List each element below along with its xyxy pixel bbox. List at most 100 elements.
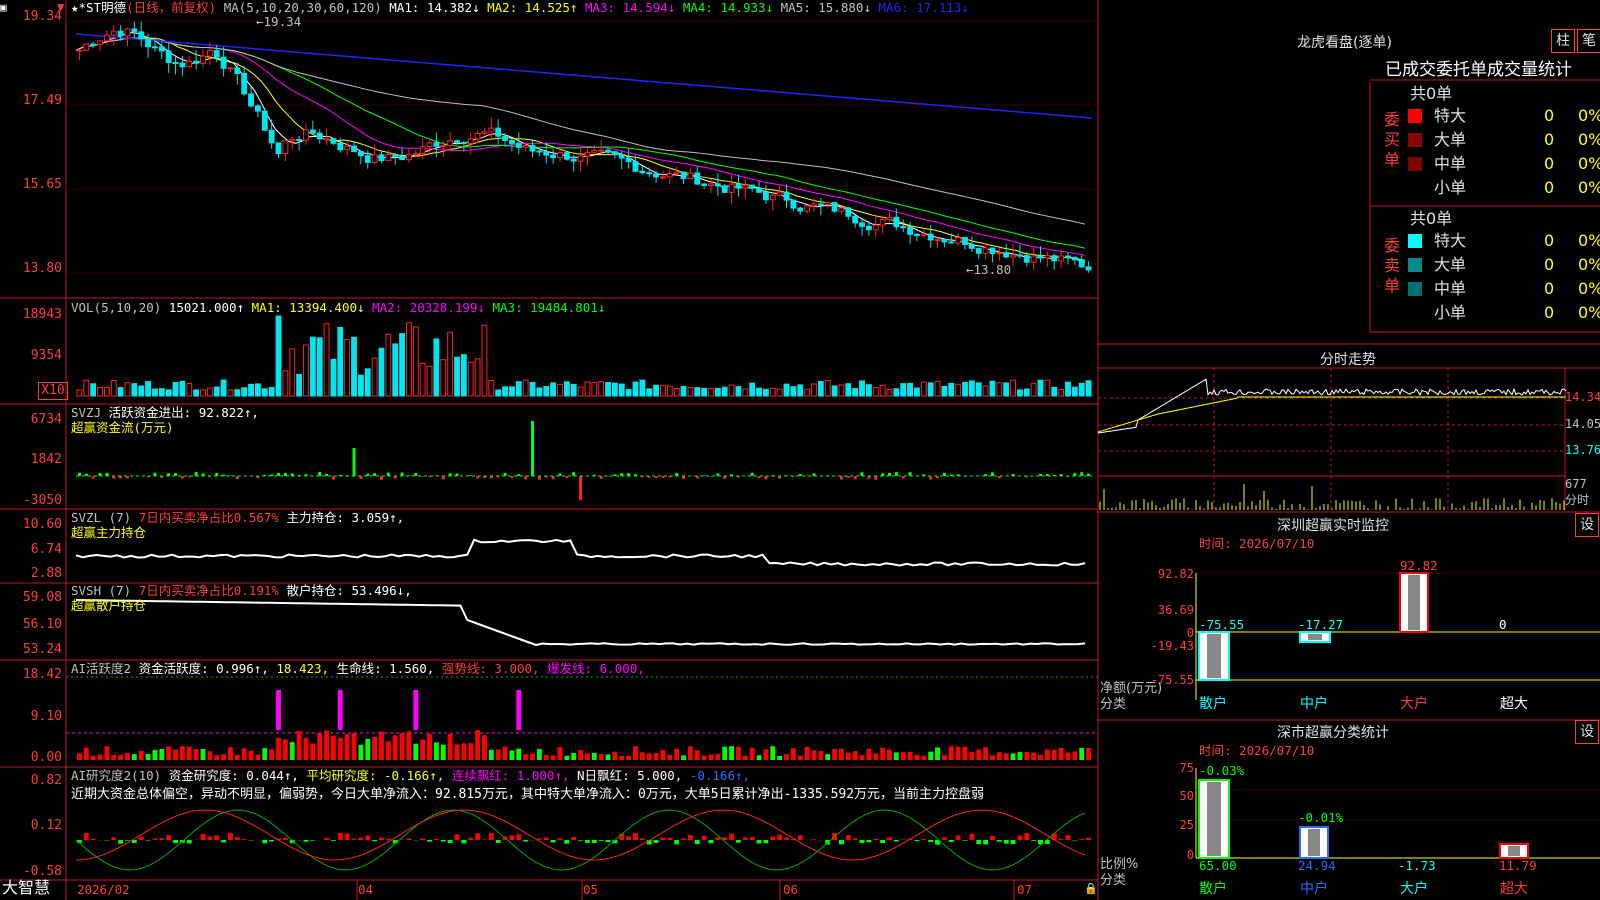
candle-body — [611, 151, 618, 156]
menu-arrow-icon[interactable]: ▼ — [57, 0, 64, 15]
activity-bar — [324, 730, 329, 760]
lock-icon[interactable]: 🔒 — [1084, 881, 1098, 896]
ma-header: MA(5,10,20,30,60,120) — [223, 0, 382, 15]
volume-bar — [124, 382, 131, 397]
x-axis-label: 06 — [783, 882, 799, 897]
sz-monitor-y-label: 92.82 — [1157, 567, 1194, 581]
research-bar — [488, 832, 494, 840]
candle-body — [1037, 255, 1044, 259]
svsh-hold: 散户持仓: 53.496↓, — [286, 583, 412, 598]
candle-body — [248, 93, 254, 107]
sz-monitor-settings-button[interactable]: 设 — [1575, 513, 1599, 537]
candle-body — [508, 139, 515, 144]
activity-bar — [475, 730, 481, 760]
fund-flow-bar — [846, 476, 850, 478]
activity-bar — [969, 751, 975, 760]
activity-bar — [1051, 749, 1057, 760]
volume-bar — [605, 382, 611, 397]
candle-body — [83, 43, 90, 51]
activity-bar — [893, 752, 899, 760]
volume-bar — [1010, 379, 1016, 397]
ai-research-title: AI研究度2(10) — [71, 768, 162, 783]
research-bar — [1024, 833, 1030, 840]
candle-body — [900, 226, 907, 229]
vol-unit-badge[interactable]: X10 — [38, 382, 68, 400]
research-bar — [447, 840, 453, 844]
app-logo: 大智慧 — [2, 878, 51, 897]
candle-body — [97, 40, 103, 45]
activity-bar — [811, 750, 817, 760]
buy-order-label: 委买单 — [1384, 110, 1401, 169]
research-bar — [125, 840, 130, 841]
research-bar — [749, 837, 755, 840]
candle-body — [234, 67, 241, 74]
bar-mode-button[interactable]: 柱 — [1551, 29, 1575, 53]
sell-row-s: 小单 0 0% — [1408, 301, 1600, 325]
vol-axis-label: 18943 — [22, 307, 62, 322]
activity-bar — [399, 733, 405, 760]
volume-bar — [817, 381, 824, 397]
candle-body — [179, 62, 186, 68]
activity-bar — [639, 752, 645, 760]
fund-flow-bar — [180, 476, 184, 479]
research-bar — [138, 836, 144, 840]
activity-bar — [152, 750, 158, 760]
fund-flow-bar — [441, 476, 445, 480]
svsh-header: SVSH (7) 7日内买卖净占比0.191% 散户持仓: 53.496↓, — [71, 583, 412, 598]
research-bar — [763, 840, 769, 844]
sz-monitor-cat: 超大 — [1500, 696, 1528, 712]
candle-body — [495, 127, 502, 137]
panel-toggle-icon[interactable]: ▣ — [0, 0, 7, 15]
svzj-axis-label: 6734 — [30, 412, 62, 427]
volume-bar — [714, 387, 721, 397]
volume-bar — [378, 347, 385, 397]
activity-bar — [104, 746, 110, 760]
candle-body — [1044, 255, 1051, 259]
sz-monitor-y-label: -19.43 — [1150, 639, 1194, 653]
volume-bar — [673, 388, 680, 397]
candle-body — [364, 155, 371, 163]
activity-bar — [619, 755, 625, 760]
volume-bar — [323, 323, 330, 397]
svsh-axis-label: 53.24 — [22, 642, 62, 657]
candle-body — [474, 132, 481, 140]
research-bar — [887, 837, 892, 840]
fund-flow-bar — [325, 473, 329, 476]
research-bar — [351, 838, 357, 840]
x-axis-label: 05 — [583, 882, 599, 897]
svsh-title: SVSH (7) — [71, 583, 132, 598]
activity-bar — [921, 755, 927, 760]
volume-bar — [811, 383, 817, 397]
activity-bar — [234, 754, 240, 760]
volume-bar — [598, 381, 605, 397]
volume-bar — [213, 386, 220, 397]
volume-bar — [357, 374, 364, 397]
volume-bar — [893, 388, 900, 397]
svsh-axis-label: 56.10 — [22, 617, 62, 632]
ma-line — [75, 37, 1086, 249]
activity-bar — [1003, 753, 1009, 760]
tick-mode-button[interactable]: 笔 — [1577, 29, 1600, 53]
candle-body — [165, 50, 172, 63]
candle-body — [543, 151, 550, 156]
period-label[interactable]: (日线，前复权) — [126, 0, 216, 15]
activity-bar — [262, 748, 268, 760]
order-stats-title: 已成交委托单成交量统计 — [1385, 60, 1572, 80]
candle-body — [879, 219, 886, 226]
candle-body — [131, 28, 138, 33]
volume-bar — [508, 386, 515, 397]
activity-bar — [358, 744, 364, 760]
chart-canvas[interactable] — [0, 0, 1600, 900]
volume-bar — [1071, 386, 1078, 397]
activity-bar — [585, 753, 590, 760]
volume-bar — [804, 388, 811, 397]
sz-class-settings-button[interactable]: 设 — [1575, 720, 1599, 744]
research-bar — [701, 836, 707, 840]
stock-name[interactable]: ★*ST明德 — [71, 0, 126, 15]
candle-body — [241, 72, 248, 95]
candle-body — [714, 183, 721, 187]
activity-bar — [605, 754, 611, 760]
volume-bar — [783, 383, 790, 397]
ai-active-v2: 18.423, — [276, 661, 330, 676]
research-bar — [228, 833, 233, 840]
